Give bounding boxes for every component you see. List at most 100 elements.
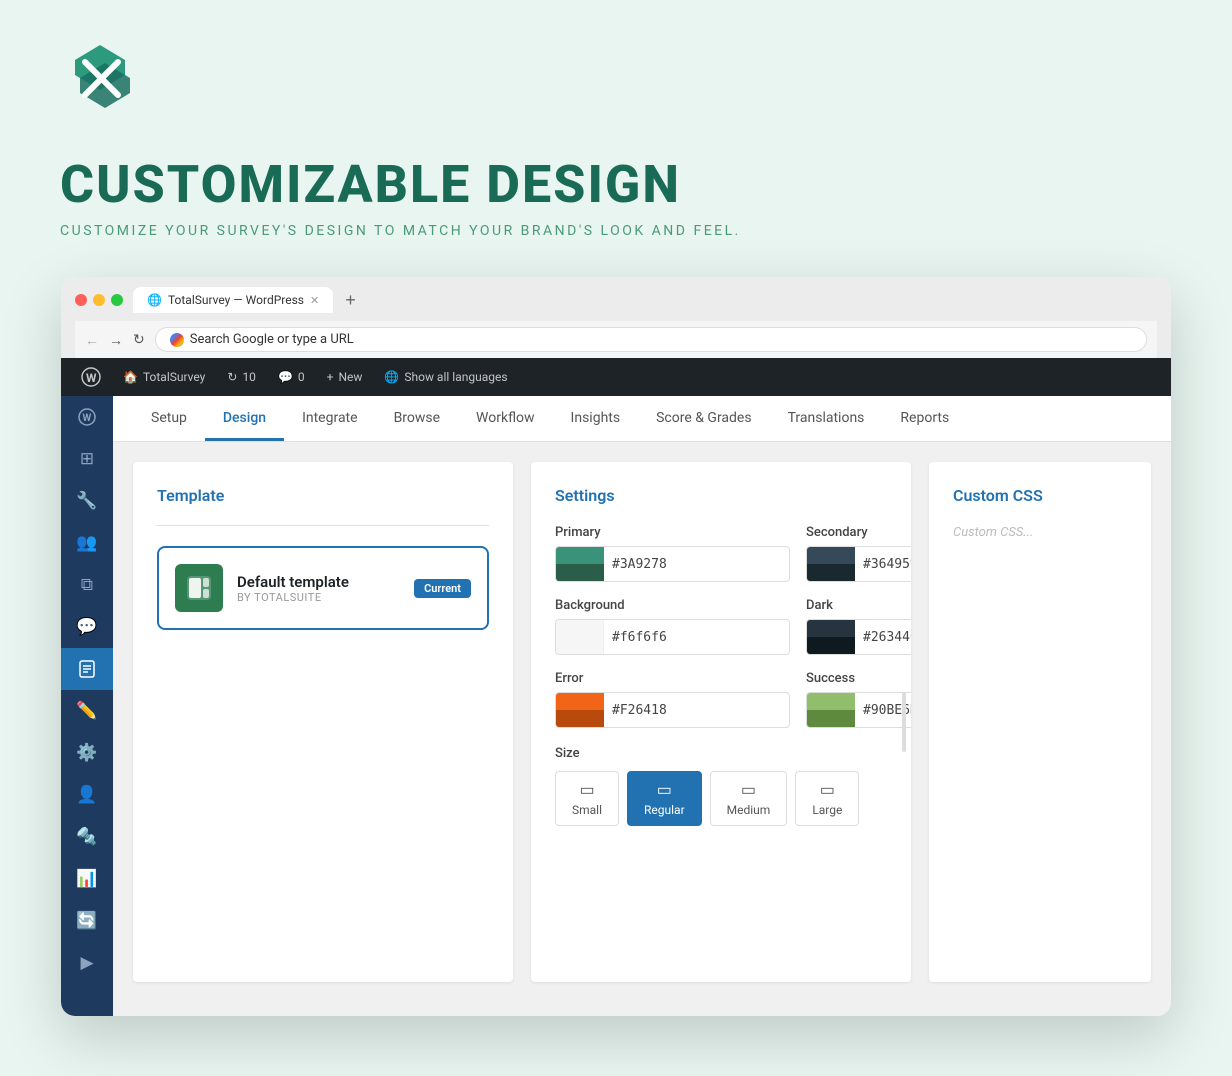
nav-item-integrate[interactable]: Integrate bbox=[284, 396, 376, 441]
size-medium[interactable]: ▭ Medium bbox=[710, 771, 788, 826]
template-by: BY TOTALSUITE bbox=[237, 591, 400, 604]
custom-css-placeholder: Custom CSS... bbox=[953, 525, 1127, 540]
size-regular[interactable]: ▭ Regular bbox=[627, 771, 702, 826]
size-section: Size ▭ Small ▭ Regular ▭ bbox=[555, 746, 887, 826]
nav-item-design[interactable]: Design bbox=[205, 396, 284, 441]
sidebar-item-wrench[interactable]: 🔩 bbox=[61, 816, 113, 858]
updates-icon: ↻ bbox=[227, 370, 237, 384]
color-primary-input[interactable] bbox=[555, 546, 790, 582]
new-item[interactable]: + New bbox=[317, 358, 373, 396]
nav-item-workflow[interactable]: Workflow bbox=[458, 396, 553, 441]
color-dark-value[interactable] bbox=[855, 630, 911, 645]
new-tab-button[interactable]: + bbox=[337, 290, 364, 311]
size-large-icon: ▭ bbox=[820, 780, 835, 799]
address-input[interactable]: Search Google or type a URL bbox=[155, 327, 1147, 352]
sidebar-item-play[interactable]: ▶ bbox=[61, 942, 113, 984]
color-dark-label: Dark bbox=[806, 598, 911, 613]
sidebar-item-surveys[interactable] bbox=[61, 648, 113, 690]
maximize-dot[interactable] bbox=[111, 294, 123, 306]
wp-sidebar: W ⊞ 🔧 👥 ⧉ 💬 ✏️ ⚙️ 👤 🔩 📊 🔄 ▶ bbox=[61, 396, 113, 1016]
wp-content: W ⊞ 🔧 👥 ⧉ 💬 ✏️ ⚙️ 👤 🔩 📊 🔄 ▶ Setup bbox=[61, 396, 1171, 1016]
color-success-input[interactable] bbox=[806, 692, 911, 728]
sidebar-item-person[interactable]: 👤 bbox=[61, 774, 113, 816]
nav-item-insights[interactable]: Insights bbox=[553, 396, 639, 441]
page-subtitle: CUSTOMIZE YOUR SURVEY'S DESIGN TO MATCH … bbox=[60, 223, 1172, 239]
sidebar-item-dashboard[interactable]: ⊞ bbox=[61, 438, 113, 480]
page-title: CUSTOMIZABLE DESIGN bbox=[60, 154, 1172, 215]
sidebar-item-edit[interactable]: ✏️ bbox=[61, 690, 113, 732]
tab-close-button[interactable]: ✕ bbox=[310, 294, 319, 307]
sidebar-item-pages[interactable]: ⧉ bbox=[61, 564, 113, 606]
color-secondary-group: Secondary bbox=[806, 525, 911, 582]
size-small-label: Small bbox=[572, 803, 602, 817]
color-secondary-value[interactable] bbox=[855, 557, 911, 572]
custom-css-panel: Custom CSS Custom CSS... bbox=[929, 462, 1151, 982]
sidebar-item-tools[interactable]: 🔧 bbox=[61, 480, 113, 522]
nav-item-score-grades[interactable]: Score & Grades bbox=[638, 396, 769, 441]
color-error-label: Error bbox=[555, 671, 790, 686]
nav-item-browse[interactable]: Browse bbox=[376, 396, 458, 441]
sidebar-item-translate[interactable]: 🔄 bbox=[61, 900, 113, 942]
wp-logo-icon[interactable]: W bbox=[71, 358, 111, 396]
color-dark-input[interactable] bbox=[806, 619, 911, 655]
address-text: Search Google or type a URL bbox=[190, 332, 354, 347]
color-dark-swatch bbox=[807, 619, 855, 655]
reload-button[interactable]: ↻ bbox=[133, 331, 145, 348]
updates-item[interactable]: ↻ 10 bbox=[217, 358, 266, 396]
minimize-dot[interactable] bbox=[93, 294, 105, 306]
sidebar-item-users[interactable]: 👥 bbox=[61, 522, 113, 564]
size-small-icon: ▭ bbox=[579, 780, 594, 799]
color-error-input[interactable] bbox=[555, 692, 790, 728]
site-name-item[interactable]: 🏠 TotalSurvey bbox=[113, 358, 215, 396]
svg-text:W: W bbox=[83, 413, 92, 424]
color-error-swatch bbox=[556, 692, 604, 728]
languages-item[interactable]: 🌐 Show all languages bbox=[374, 358, 517, 396]
home-icon: 🏠 bbox=[123, 370, 138, 384]
size-small[interactable]: ▭ Small bbox=[555, 771, 619, 826]
size-medium-label: Medium bbox=[727, 803, 771, 817]
size-label: Size bbox=[555, 746, 887, 761]
color-primary-value[interactable] bbox=[604, 557, 789, 572]
color-error-value[interactable] bbox=[604, 703, 789, 718]
color-background-group: Background bbox=[555, 598, 790, 655]
sidebar-item-settings[interactable]: ⚙️ bbox=[61, 732, 113, 774]
color-background-input[interactable] bbox=[555, 619, 790, 655]
size-large[interactable]: ▭ Large bbox=[795, 771, 859, 826]
forward-button[interactable]: → bbox=[109, 332, 123, 348]
color-background-value[interactable] bbox=[604, 630, 789, 645]
site-name: TotalSurvey bbox=[143, 370, 205, 384]
comments-icon: 💬 bbox=[278, 370, 293, 384]
scrollbar-indicator bbox=[902, 692, 906, 752]
nav-item-setup[interactable]: Setup bbox=[133, 396, 205, 441]
comments-item[interactable]: 💬 0 bbox=[268, 358, 315, 396]
color-dark-group: Dark bbox=[806, 598, 911, 655]
nav-item-translations[interactable]: Translations bbox=[770, 396, 883, 441]
comments-count: 0 bbox=[298, 370, 305, 384]
address-bar: ← → ↻ Search Google or type a URL bbox=[75, 321, 1157, 358]
plugin-nav: Setup Design Integrate Browse Workflow I… bbox=[133, 396, 1151, 441]
size-medium-icon: ▭ bbox=[741, 780, 756, 799]
wp-admin-bar: W 🏠 TotalSurvey ↻ 10 💬 0 + New 🌐 Show al… bbox=[61, 358, 1171, 396]
sidebar-item-wordpress[interactable]: W bbox=[61, 396, 113, 438]
languages-label: Show all languages bbox=[404, 370, 507, 384]
template-card[interactable]: Default template BY TOTALSUITE Current bbox=[157, 546, 489, 630]
sidebar-item-chart[interactable]: 📊 bbox=[61, 858, 113, 900]
size-regular-icon: ▭ bbox=[657, 780, 672, 799]
color-secondary-input[interactable] bbox=[806, 546, 911, 582]
template-divider bbox=[157, 525, 489, 526]
back-button[interactable]: ← bbox=[85, 332, 99, 348]
browser-tab-active[interactable]: 🌐 TotalSurvey — WordPress ✕ bbox=[133, 287, 333, 313]
sidebar-item-comments[interactable]: 💬 bbox=[61, 606, 113, 648]
color-background-swatch bbox=[556, 619, 604, 655]
google-icon bbox=[170, 333, 184, 347]
content-area: Template Default template bbox=[113, 442, 1171, 1002]
close-dot[interactable] bbox=[75, 294, 87, 306]
browser-top-bar: 🌐 TotalSurvey — WordPress ✕ + bbox=[75, 287, 1157, 313]
custom-css-panel-title: Custom CSS bbox=[953, 486, 1127, 505]
tab-title: TotalSurvey — WordPress bbox=[168, 293, 304, 307]
browser-dots bbox=[75, 294, 123, 306]
browser-window: 🌐 TotalSurvey — WordPress ✕ + ← → ↻ Sear… bbox=[61, 277, 1171, 1016]
size-options: ▭ Small ▭ Regular ▭ Medium bbox=[555, 771, 887, 826]
nav-item-reports[interactable]: Reports bbox=[882, 396, 967, 441]
color-secondary-swatch bbox=[807, 546, 855, 582]
